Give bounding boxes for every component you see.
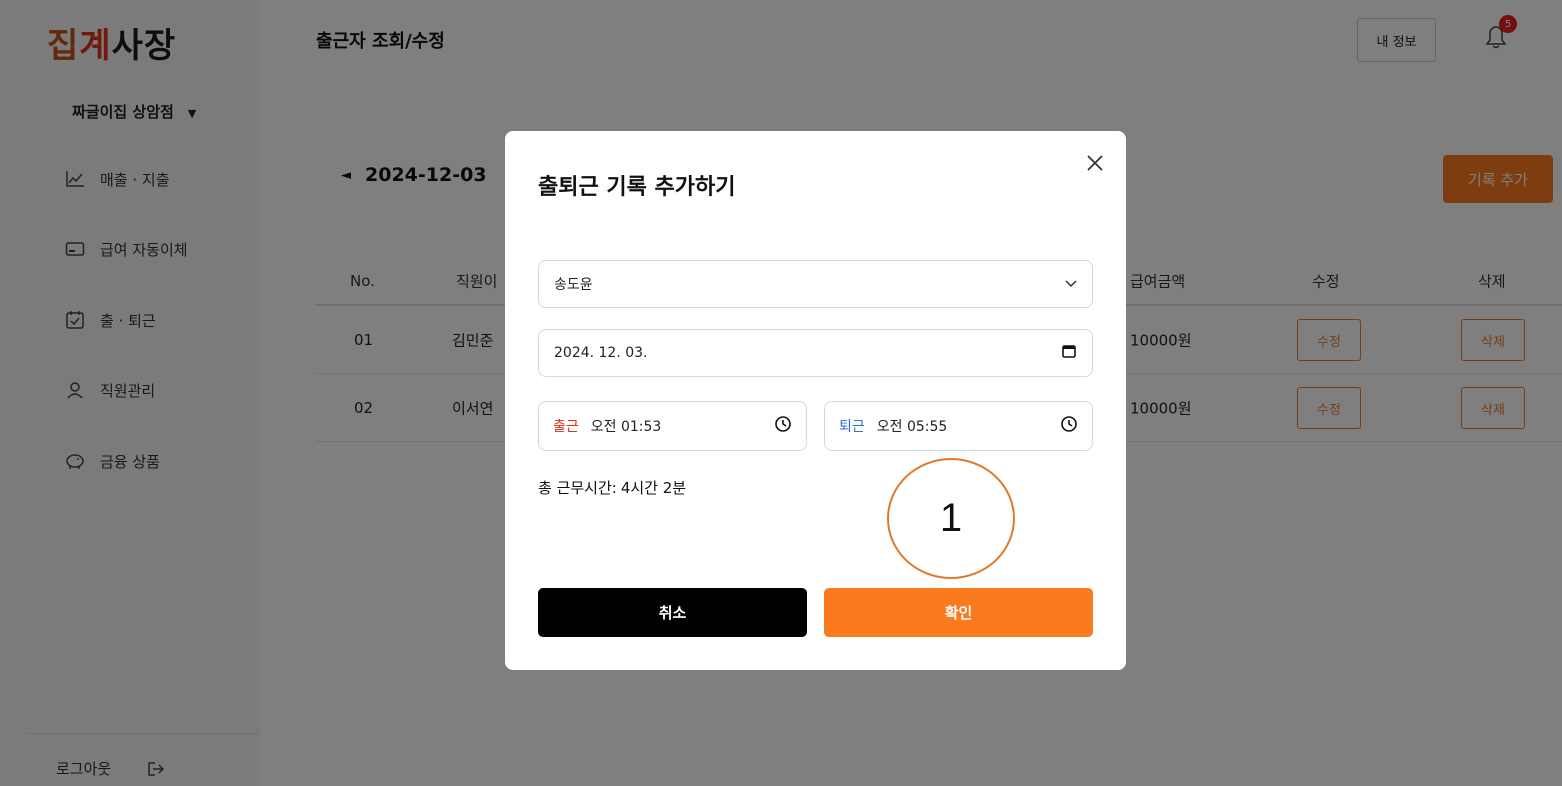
date-input[interactable]: 2024. 12. 03. xyxy=(538,329,1093,377)
clock-icon[interactable] xyxy=(774,415,792,437)
clock-in-label: 출근 xyxy=(553,419,579,435)
chevron-down-icon xyxy=(1065,276,1077,292)
calendar-icon[interactable] xyxy=(1061,343,1077,363)
clock-in-time-input[interactable]: 출근 오전 01:53 xyxy=(538,401,807,451)
cancel-button[interactable]: 취소 xyxy=(538,588,807,637)
date-input-value: 2024. 12. 03. xyxy=(554,345,648,361)
clock-icon[interactable] xyxy=(1060,415,1078,437)
confirm-button[interactable]: 확인 xyxy=(824,588,1093,637)
clock-in-value: 오전 01:53 xyxy=(590,419,662,435)
clock-out-time-input[interactable]: 퇴근 오전 05:55 xyxy=(824,401,1093,451)
total-work-time: 총 근무시간: 4시간 2분 xyxy=(538,477,686,498)
add-attendance-dialog: 출퇴근 기록 추가하기 송도윤 2024. 12. 03. 출근 오전 01:5… xyxy=(505,131,1126,670)
total-work-time-value: 4시간 2분 xyxy=(620,479,687,497)
employee-select[interactable]: 송도윤 xyxy=(538,260,1093,308)
dialog-title: 출퇴근 기록 추가하기 xyxy=(538,175,736,200)
close-icon[interactable] xyxy=(1083,151,1107,175)
total-work-time-label: 총 근무시간: xyxy=(538,479,617,497)
employee-select-value: 송도윤 xyxy=(554,277,593,293)
annotation-marker: 1 xyxy=(887,458,1015,579)
clock-out-label: 퇴근 xyxy=(839,419,865,435)
clock-out-value: 오전 05:55 xyxy=(876,419,948,435)
